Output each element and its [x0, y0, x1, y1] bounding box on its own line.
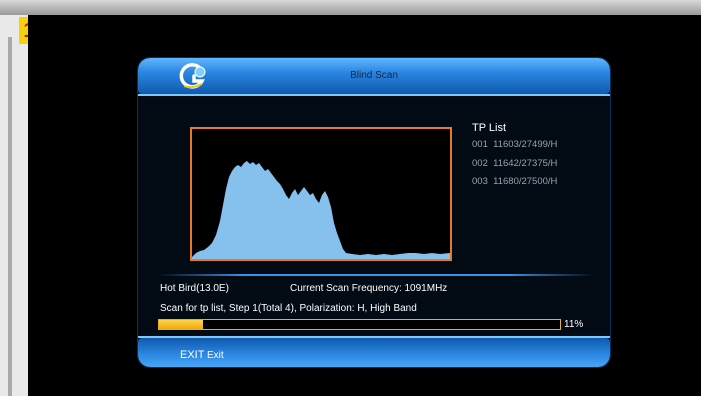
scan-progress-percent: 11%: [564, 319, 584, 330]
exit-key-hint[interactable]: EXIT: [180, 349, 204, 361]
dialog-title: Blind Scan: [350, 70, 398, 81]
tp-item-value: 11642/27375/H: [493, 158, 558, 169]
scan-progress-fill: [159, 320, 204, 329]
dialog-header: Blind Scan: [138, 58, 610, 94]
scan-progress-bar: [158, 319, 561, 330]
section-divider: [156, 274, 596, 276]
spectrum-signal: [192, 161, 450, 259]
tv-screen: Blind Scan TP List 001 11603/27499/H 002…: [28, 15, 701, 396]
scan-frequency: Current Scan Frequency: 1091MHz: [290, 283, 448, 294]
satellite-name: Hot Bird(13.0E): [160, 283, 229, 294]
frame-shade: [8, 37, 12, 396]
tp-list-title: TP List: [472, 122, 507, 134]
tp-item-index: 002: [472, 158, 488, 169]
blind-scan-dialog: Blind Scan TP List 001 11603/27499/H 002…: [138, 58, 610, 367]
tp-item-value: 11603/27499/H: [493, 139, 558, 150]
tp-list-item[interactable]: 001 11603/27499/H: [472, 139, 557, 150]
tp-item-value: 11680/27500/H: [493, 176, 558, 187]
scan-step-info: Scan for tp list, Step 1(Total 4), Polar…: [160, 303, 417, 314]
exit-label: Exit: [207, 350, 224, 361]
tp-list-item[interactable]: 003 11680/27500/H: [472, 176, 557, 187]
spectrum-plot: [190, 127, 452, 261]
window-frame-left: [0, 15, 28, 396]
header-divider: [138, 94, 610, 96]
tp-list-item[interactable]: 002 11642/27375/H: [472, 158, 557, 169]
tp-item-index: 001: [472, 139, 488, 150]
window-frame-top: [0, 0, 701, 15]
spectrum-graph: [192, 161, 450, 259]
tp-item-index: 003: [472, 176, 488, 187]
dialog-footer: EXIT Exit: [138, 338, 610, 367]
